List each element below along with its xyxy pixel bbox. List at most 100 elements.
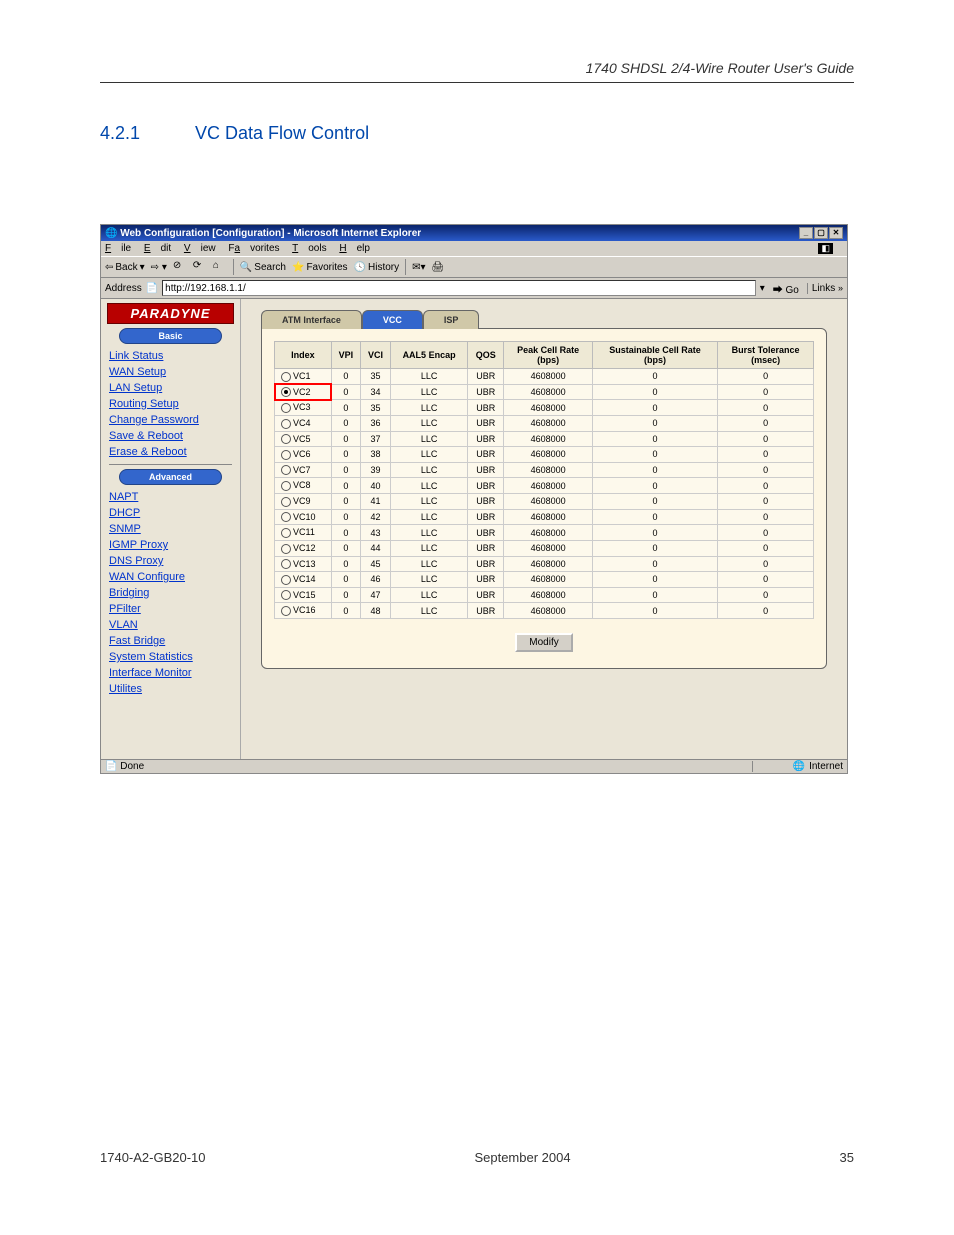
cell-vci: 35 (361, 369, 391, 385)
nav-link-erase-reboot[interactable]: Erase & Reboot (101, 444, 240, 460)
row-radio[interactable] (281, 465, 291, 475)
statusbar: 📄 Done 🌐 Internet (101, 759, 847, 773)
cell-qos: UBR (468, 400, 504, 416)
row-index: VC5 (293, 434, 311, 444)
nav-link-change-password[interactable]: Change Password (101, 412, 240, 428)
col-header: Burst Tolerance (msec) (718, 342, 814, 369)
menu-view[interactable]: View (184, 243, 216, 254)
menu-favorites[interactable]: Favorites (228, 243, 279, 254)
cell-peak: 4608000 (504, 478, 593, 494)
menu-edit[interactable]: Edit (144, 243, 171, 254)
modify-button[interactable]: Modify (515, 633, 572, 652)
done-icon: 📄 (105, 761, 117, 772)
nav-link-pfilter[interactable]: PFilter (101, 601, 240, 617)
address-label: Address (105, 283, 142, 294)
table-row: VC15047LLCUBR460800000 (275, 587, 814, 603)
cell-peak: 4608000 (504, 509, 593, 525)
col-header: VPI (331, 342, 360, 369)
nav-link-fast-bridge[interactable]: Fast Bridge (101, 633, 240, 649)
row-radio[interactable] (281, 512, 291, 522)
row-radio[interactable] (281, 590, 291, 600)
cell-peak: 4608000 (504, 462, 593, 478)
maximize-button[interactable]: ▢ (814, 227, 828, 239)
nav-link-dns-proxy[interactable]: DNS Proxy (101, 553, 240, 569)
address-dropdown[interactable]: ▾ (760, 283, 765, 294)
go-button[interactable]: ⮕ Go (769, 281, 803, 296)
cell-vci: 35 (361, 400, 391, 416)
nav-link-vlan[interactable]: VLAN (101, 617, 240, 633)
row-radio[interactable] (281, 497, 291, 507)
nav-link-bridging[interactable]: Bridging (101, 585, 240, 601)
cell-qos: UBR (468, 603, 504, 619)
menu-file[interactable]: File (105, 243, 131, 254)
nav-link-system-statistics[interactable]: System Statistics (101, 649, 240, 665)
cell-encap: LLC (390, 431, 467, 447)
nav-link-routing-setup[interactable]: Routing Setup (101, 396, 240, 412)
row-radio[interactable] (281, 387, 291, 397)
address-input[interactable] (162, 280, 756, 296)
row-index: VC13 (293, 559, 316, 569)
row-radio[interactable] (281, 403, 291, 413)
nav-link-igmp-proxy[interactable]: IGMP Proxy (101, 537, 240, 553)
row-radio[interactable] (281, 606, 291, 616)
favorites-button[interactable]: ⭐ Favorites (292, 262, 348, 273)
cell-sust: 0 (592, 509, 717, 525)
nav-link-lan-setup[interactable]: LAN Setup (101, 380, 240, 396)
cell-vci: 38 (361, 447, 391, 463)
row-radio[interactable] (281, 559, 291, 569)
row-radio[interactable] (281, 372, 291, 382)
menu-help[interactable]: Help (339, 243, 370, 254)
row-radio[interactable] (281, 450, 291, 460)
row-index: VC3 (293, 402, 311, 412)
nav-link-interface-monitor[interactable]: Interface Monitor (101, 665, 240, 681)
row-radio[interactable] (281, 528, 291, 538)
footer-center: September 2004 (474, 1150, 570, 1165)
refresh-button[interactable]: ⟳ (193, 260, 207, 274)
cell-burst: 0 (718, 447, 814, 463)
search-button[interactable]: 🔍 Search (240, 262, 286, 273)
nav-link-utilites[interactable]: Utilites (101, 681, 240, 697)
row-index: VC8 (293, 480, 311, 490)
stop-button[interactable]: ⊘ (173, 260, 187, 274)
cell-burst: 0 (718, 603, 814, 619)
tab-vcc[interactable]: VCC (362, 310, 423, 329)
row-index: VC4 (293, 418, 311, 428)
nav-link-napt[interactable]: NAPT (101, 489, 240, 505)
row-index: VC6 (293, 449, 311, 459)
table-row: VC14046LLCUBR460800000 (275, 572, 814, 588)
nav-link-wan-setup[interactable]: WAN Setup (101, 364, 240, 380)
links-button[interactable]: Links » (807, 283, 843, 294)
nav-link-dhcp[interactable]: DHCP (101, 505, 240, 521)
minimize-button[interactable]: _ (799, 227, 813, 239)
nav-link-wan-configure[interactable]: WAN Configure (101, 569, 240, 585)
cell-vpi: 0 (331, 400, 360, 416)
forward-button[interactable]: ⇨ ▾ (151, 262, 167, 273)
row-radio[interactable] (281, 544, 291, 554)
row-radio[interactable] (281, 434, 291, 444)
cell-vci: 44 (361, 540, 391, 556)
row-radio[interactable] (281, 481, 291, 491)
nav-link-save-reboot[interactable]: Save & Reboot (101, 428, 240, 444)
cell-encap: LLC (390, 447, 467, 463)
mail-button[interactable]: ✉▾ (412, 262, 425, 273)
cell-peak: 4608000 (504, 447, 593, 463)
col-header: Index (275, 342, 332, 369)
cell-qos: UBR (468, 587, 504, 603)
history-button[interactable]: 🕓 History (354, 262, 400, 273)
nav-link-link-status[interactable]: Link Status (101, 348, 240, 364)
back-button[interactable]: ⇦ Back ▾ (105, 262, 145, 273)
cell-qos: UBR (468, 525, 504, 541)
row-radio[interactable] (281, 419, 291, 429)
close-button[interactable]: ✕ (829, 227, 843, 239)
table-row: VC3035LLCUBR460800000 (275, 400, 814, 416)
home-button[interactable]: ⌂ (213, 260, 227, 274)
print-button[interactable]: 🖨 (432, 262, 445, 273)
menu-tools[interactable]: Tools (292, 243, 326, 254)
tab-atm-interface[interactable]: ATM Interface (261, 310, 362, 329)
cell-qos: UBR (468, 540, 504, 556)
nav-link-snmp[interactable]: SNMP (101, 521, 240, 537)
tab-isp[interactable]: ISP (423, 310, 480, 329)
footer-left: 1740-A2-GB20-10 (100, 1150, 206, 1165)
section-number: 4.2.1 (100, 123, 190, 144)
row-radio[interactable] (281, 575, 291, 585)
